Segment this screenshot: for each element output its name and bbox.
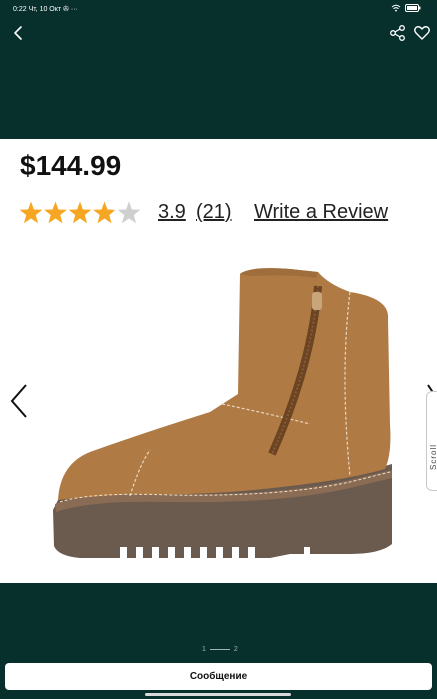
rating-value[interactable]: 3.9 — [158, 201, 186, 224]
battery-icon — [405, 4, 421, 12]
status-bar-right — [391, 4, 421, 12]
heart-icon — [414, 26, 430, 40]
wifi-icon — [391, 4, 401, 12]
star-icon — [44, 201, 67, 224]
product-price: $144.99 — [20, 150, 122, 181]
rating-stars — [19, 201, 141, 224]
status-time: 0:22 — [13, 6, 27, 13]
back-button[interactable] — [8, 22, 30, 44]
notification-icons: ✇ ··· — [63, 6, 78, 13]
star-icon — [68, 201, 92, 224]
status-bar: 0:22 Чт, 10 Окт ✇ ··· — [0, 0, 437, 18]
pager-current: 1 — [202, 646, 206, 653]
pager-line — [209, 649, 230, 650]
star-icon — [117, 201, 141, 224]
top-app-bar — [0, 18, 437, 48]
previous-image-button[interactable] — [8, 381, 30, 421]
star-icon — [19, 201, 43, 224]
side-tab-label: Scroll — [429, 443, 437, 470]
status-bar-left: 0:22 Чт, 10 Окт ✇ ··· — [13, 5, 78, 13]
rating-count[interactable]: (21) — [196, 201, 232, 224]
message-button[interactable]: Сообщение — [5, 663, 432, 690]
home-indicator — [145, 693, 291, 696]
boot-image — [53, 268, 392, 559]
image-pager: 1 2 — [202, 646, 238, 653]
share-button[interactable] — [388, 22, 408, 44]
chevron-left-icon — [14, 26, 22, 40]
chevron-left-icon — [10, 384, 27, 418]
side-scroll-tab[interactable]: Scroll — [426, 391, 437, 491]
star-icon — [93, 201, 116, 224]
product-photo[interactable]: $144.99 3.9 (21) Write a Review Scroll — [0, 139, 437, 583]
status-date: Чт, 10 Окт — [28, 6, 62, 13]
share-icon — [390, 25, 405, 41]
write-review-link[interactable]: Write a Review — [254, 201, 388, 224]
pager-total: 2 — [233, 646, 238, 653]
favorite-button[interactable] — [412, 22, 432, 44]
